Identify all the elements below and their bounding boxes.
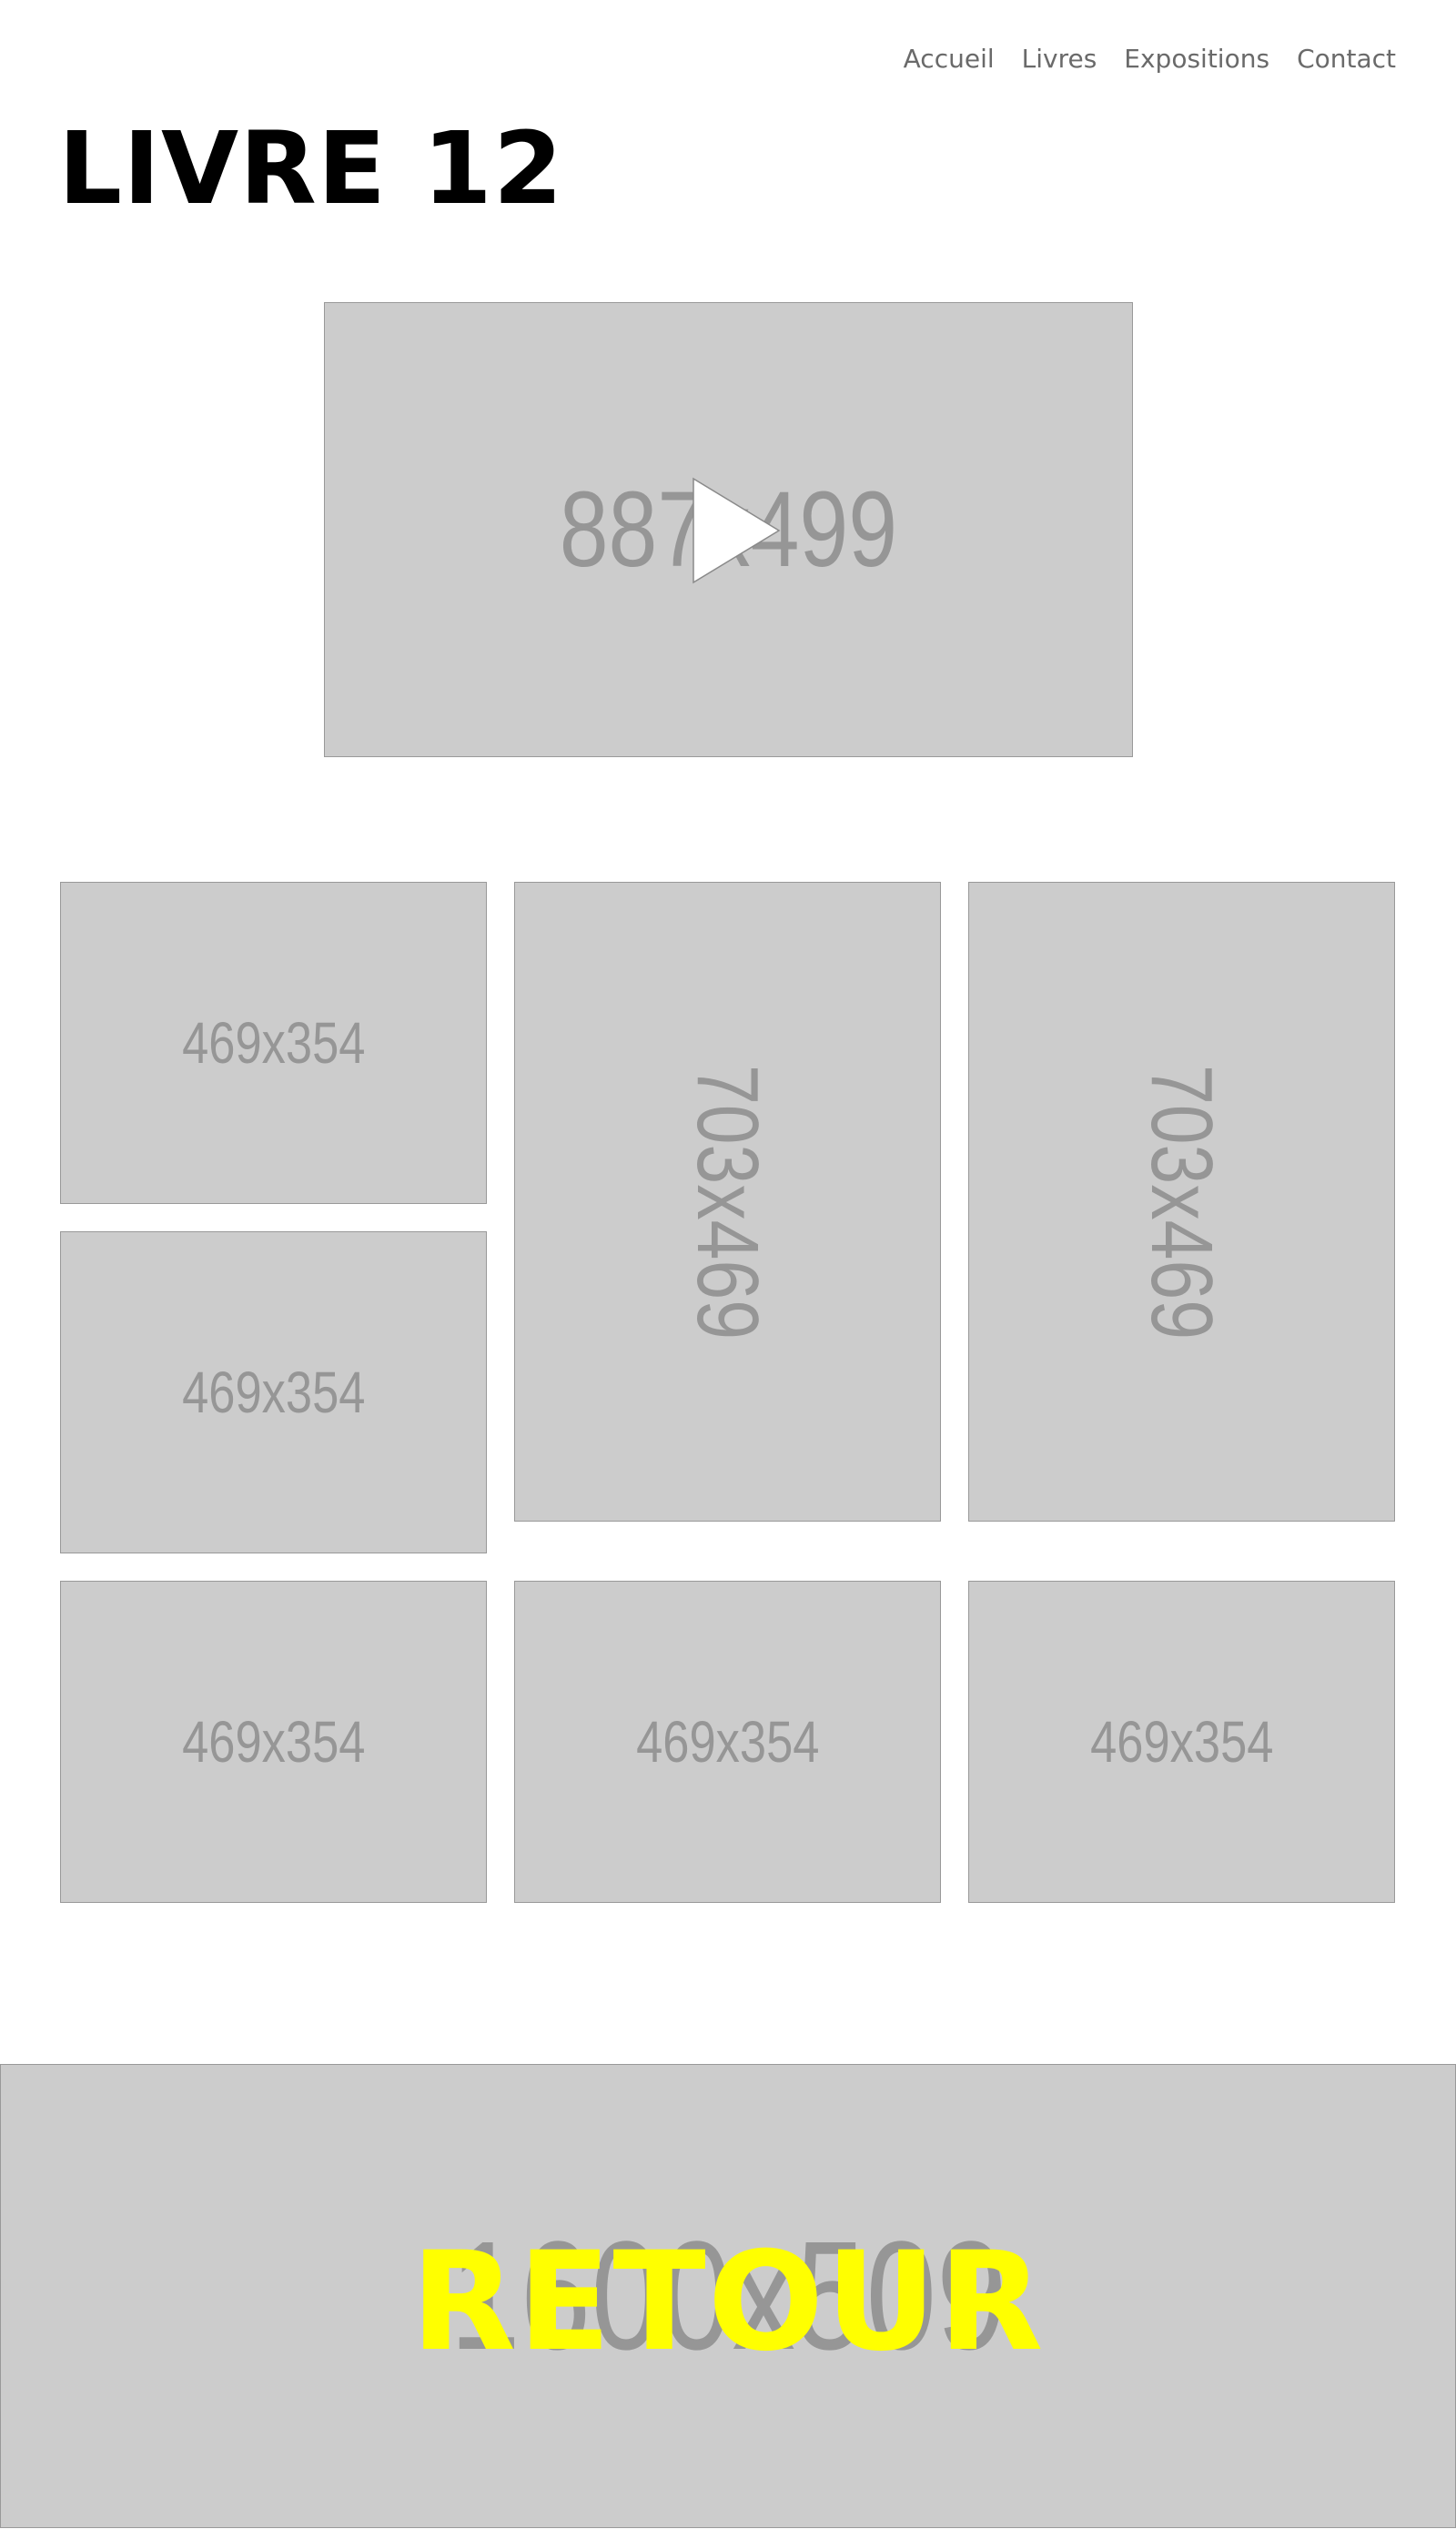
gallery-image[interactable]: 703x469 xyxy=(514,882,941,1522)
gallery-image[interactable]: 469x354 xyxy=(60,882,487,1204)
retour-link[interactable]: RETOUR xyxy=(0,2234,1456,2371)
gallery-image[interactable]: 469x354 xyxy=(514,1581,941,1903)
image-placeholder-label: 469x354 xyxy=(635,1709,820,1775)
nav-link-accueil[interactable]: Accueil xyxy=(904,44,995,74)
main-nav: Accueil Livres Expositions Contact xyxy=(904,44,1396,74)
nav-link-expositions[interactable]: Expositions xyxy=(1124,44,1269,74)
image-placeholder-label: 703x469 xyxy=(679,1064,777,1340)
gallery-image[interactable]: 469x354 xyxy=(60,1231,487,1553)
image-placeholder-label: 469x354 xyxy=(1089,1709,1274,1775)
nav-link-livres[interactable]: Livres xyxy=(1022,44,1097,74)
gallery-image[interactable]: 469x354 xyxy=(968,1581,1395,1903)
image-placeholder-label: 469x354 xyxy=(181,1360,366,1425)
image-placeholder-label: 469x354 xyxy=(181,1709,366,1775)
gallery-image[interactable]: 703x469 xyxy=(968,882,1395,1522)
video-player[interactable]: 887x499 xyxy=(324,302,1133,757)
gallery-image[interactable]: 469x354 xyxy=(60,1581,487,1903)
play-icon[interactable] xyxy=(691,476,782,585)
nav-link-contact[interactable]: Contact xyxy=(1297,44,1396,74)
image-placeholder-label: 469x354 xyxy=(181,1010,366,1076)
page-title: LIVRE 12 xyxy=(58,110,564,227)
image-placeholder-label: 703x469 xyxy=(1133,1064,1231,1340)
